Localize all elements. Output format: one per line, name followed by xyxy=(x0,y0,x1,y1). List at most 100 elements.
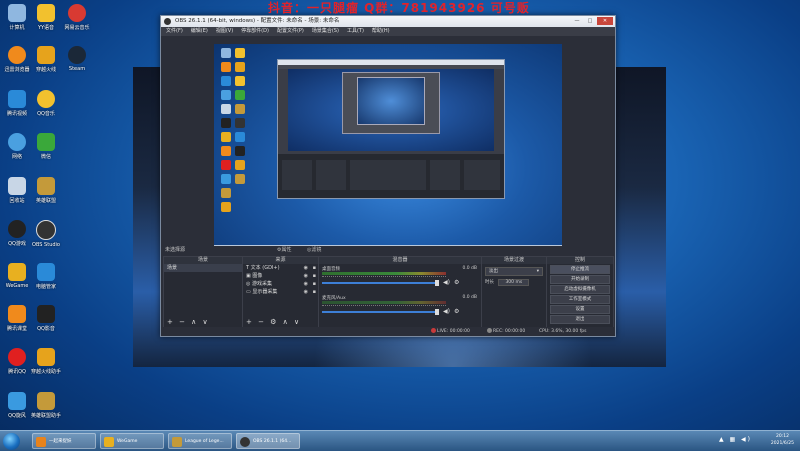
source-item-display-capture[interactable]: ▭ 显示器采集 ◉ ▪ xyxy=(243,288,318,296)
mixer-channel-desktop: 桌面音频 0.0 dB ◀) ⚙ xyxy=(319,264,481,293)
desktop-icon-label: 微信 xyxy=(40,154,51,160)
duration-input[interactable]: 300 ms xyxy=(498,279,530,286)
obs-titlebar[interactable]: OBS 26.1.1 (64-bit, windows) - 配置文件: 未命名… xyxy=(161,16,615,27)
desktop-icon-cf[interactable]: 穿越火线 xyxy=(31,46,61,73)
menu-bar: 文件(F) 编辑(E) 视图(V) 停靠部件(D) 配置文件(P) 场景集合(S… xyxy=(161,27,615,36)
controls-dock: 控制 停止推流 开始录制 启动虚拟摄像机 工作室模式 设置 退出 xyxy=(546,256,614,328)
desktop-icon-qq-music[interactable]: QQ音乐 xyxy=(31,90,61,117)
display-capture-icon: ▭ xyxy=(246,289,251,295)
start-button[interactable] xyxy=(3,433,20,450)
obs-window[interactable]: OBS 26.1.1 (64-bit, windows) - 配置文件: 未命名… xyxy=(160,15,616,337)
live-dot-icon xyxy=(431,328,436,333)
minimize-button[interactable]: — xyxy=(571,17,583,25)
clock[interactable]: 20:12 2021/6/25 xyxy=(771,433,794,447)
channel-db: 0.0 dB xyxy=(462,295,477,300)
menu-file[interactable]: 文件(F) xyxy=(166,27,183,36)
menu-tools[interactable]: 工具(T) xyxy=(347,27,364,36)
desktop-icon-pc-manager[interactable]: 电脑管家 xyxy=(31,263,61,290)
exit-button[interactable]: 退出 xyxy=(550,315,610,324)
settings-button[interactable]: 设置 xyxy=(550,305,610,314)
desktop-icon-qq[interactable]: 腾讯QQ xyxy=(2,348,32,375)
gear-icon[interactable]: ⚙ xyxy=(454,308,459,315)
obs-title: OBS 26.1.1 (64-bit, windows) - 配置文件: 未命名… xyxy=(175,18,340,24)
source-item-text[interactable]: T 文本 (GDI+) ◉ ▪ xyxy=(243,264,318,272)
menu-view[interactable]: 视图(V) xyxy=(216,27,233,36)
preview-canvas[interactable] xyxy=(214,44,562,252)
desktop-icon-label: 回收站 xyxy=(9,198,25,204)
desktop-icon-label: 腾讯视频 xyxy=(6,111,27,117)
start-recording-button[interactable]: 开始录制 xyxy=(550,275,610,284)
taskbar-item-obs[interactable]: OBS 26.1.1 (64... xyxy=(236,433,300,449)
speaker-icon[interactable]: ◀) xyxy=(443,279,450,286)
maximize-button[interactable]: □ xyxy=(584,17,596,25)
gear-icon[interactable]: ⚙ xyxy=(454,279,459,286)
source-item-image[interactable]: ▣ 图像 ◉ ▪ xyxy=(243,272,318,280)
sources-toolbar[interactable]: + − ⚙ ∧ ∨ xyxy=(243,318,321,327)
scene-item[interactable]: 场景 xyxy=(164,264,242,272)
filters-button[interactable]: ◎滤镜 xyxy=(307,246,321,255)
tencent-class-icon xyxy=(8,305,26,323)
desktop-icon-tencent-video[interactable]: 腾讯视频 xyxy=(2,90,32,117)
duration-label: 时长 xyxy=(485,280,494,285)
source-label: 文本 (GDI+) xyxy=(250,265,280,271)
visibility-eye-icon[interactable]: ◉ xyxy=(304,272,308,280)
properties-button[interactable]: ⚙属性 xyxy=(277,246,291,255)
desktop-icon-cf-helper[interactable]: 穿越火线助手 xyxy=(31,348,61,375)
desktop-icon-qq-player[interactable]: QQ影音 xyxy=(31,305,61,332)
desktop-icon-qq-game[interactable]: QQ游戏 xyxy=(2,220,32,247)
desktop-icon-lol[interactable]: 英雄联盟 xyxy=(31,177,61,204)
tencent-video-icon xyxy=(8,90,26,108)
volume-slider[interactable] xyxy=(322,280,439,286)
desktop-icon-network[interactable]: 网络 xyxy=(2,133,32,160)
image-source-icon: ▣ xyxy=(246,273,251,279)
mixer-dock-title: 混音器 xyxy=(319,257,481,264)
start-virtual-camera-button[interactable]: 启动虚拟摄像机 xyxy=(550,285,610,294)
lock-icon[interactable]: ▪ xyxy=(313,280,316,288)
text-source-icon: T xyxy=(246,265,250,271)
menu-profile[interactable]: 配置文件(P) xyxy=(277,27,304,36)
desktop-icon-netease-music[interactable]: 网易云音乐 xyxy=(62,4,92,31)
transition-type-select[interactable]: 淡出 ▾ xyxy=(485,267,543,276)
desktop-icon-wegame[interactable]: WeGame xyxy=(2,263,32,289)
desktop-icon-tencent-class[interactable]: 腾讯课堂 xyxy=(2,305,32,332)
game-capture-icon: ◎ xyxy=(246,281,251,287)
desktop-icon-browser[interactable]: 迅雷浏览器 xyxy=(2,46,32,73)
desktop-icon-computer[interactable]: 计算机 xyxy=(2,4,32,31)
taskbar-item-lol[interactable]: League of Lege... xyxy=(168,433,232,449)
menu-scene-collection[interactable]: 场景集合(S) xyxy=(312,27,339,36)
visibility-eye-icon[interactable]: ◉ xyxy=(304,264,308,272)
desktop-icon-yy[interactable]: YY语音 xyxy=(31,4,61,31)
close-button[interactable]: ✕ xyxy=(597,17,613,25)
desktop-icon-label: OBS Studio xyxy=(32,242,60,248)
lock-icon[interactable]: ▪ xyxy=(313,264,316,272)
visibility-eye-icon[interactable]: ◉ xyxy=(304,288,308,296)
studio-mode-button[interactable]: 工作室模式 xyxy=(550,295,610,304)
lock-icon[interactable]: ▪ xyxy=(313,288,316,296)
desktop-icon-label: 迅雷浏览器 xyxy=(4,67,30,73)
source-toolbar: 未选择源 ⚙属性 ◎滤镜 xyxy=(161,246,615,255)
lock-icon[interactable]: ▪ xyxy=(313,272,316,280)
volume-slider[interactable] xyxy=(322,309,439,315)
scenes-toolbar[interactable]: + − ∧ ∨ xyxy=(164,318,245,327)
desktop-icon-steam[interactable]: Steam xyxy=(62,46,92,72)
source-item-game-capture[interactable]: ◎ 游戏采集 ◉ ▪ xyxy=(243,280,318,288)
system-tray-icons[interactable]: ▲ ▦ ◀) xyxy=(719,436,752,443)
desktop-icon-wechat[interactable]: 微信 xyxy=(31,133,61,160)
taskbar-item-game[interactable]: 一起来捉妖 xyxy=(32,433,96,449)
menu-help[interactable]: 帮助(H) xyxy=(372,27,390,36)
stop-streaming-button[interactable]: 停止推流 xyxy=(550,265,610,274)
visibility-eye-icon[interactable]: ◉ xyxy=(304,280,308,288)
obs-icon xyxy=(240,437,250,447)
desktop-icon-obs[interactable]: OBS Studio xyxy=(31,220,61,248)
taskbar-item-wegame[interactable]: WeGame xyxy=(100,433,164,449)
steam-icon xyxy=(68,46,86,64)
desktop-icon-recycle-bin[interactable]: 回收站 xyxy=(2,177,32,204)
rec-status: REC: 00:00:00 xyxy=(487,327,525,336)
menu-edit[interactable]: 编辑(E) xyxy=(191,27,208,36)
desktop-icon-lol-helper[interactable]: 英雄联盟助手 xyxy=(31,392,61,419)
menu-docks[interactable]: 停靠部件(D) xyxy=(241,27,269,36)
speaker-icon[interactable]: ◀) xyxy=(443,308,450,315)
desktop-icon-qq-whirlwind[interactable]: QQ旋风 xyxy=(2,392,32,419)
desktop-icon-label: 网易云音乐 xyxy=(64,25,90,31)
desktop-icon-label: 英雄联盟 xyxy=(35,198,56,204)
